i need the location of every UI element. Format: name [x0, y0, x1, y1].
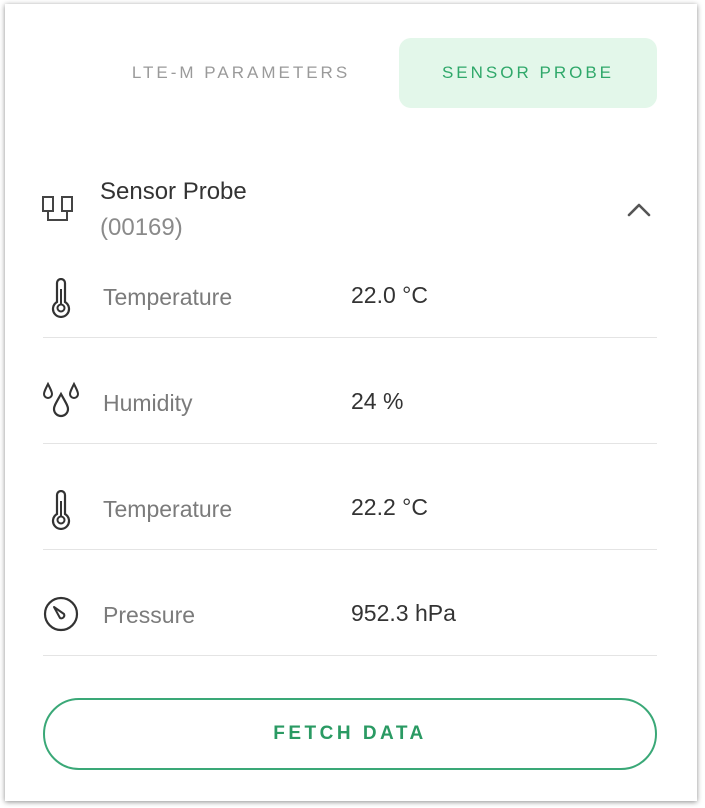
- reading-value: 24 %: [351, 388, 404, 414]
- tab-sensor-probe[interactable]: SENSOR PROBE: [399, 38, 657, 108]
- tab-lte-m-parameters[interactable]: LTE-M PARAMETERS: [91, 38, 391, 108]
- reading-row-humidity: Humidity 24 %: [43, 338, 657, 444]
- reading-row-temperature-2: Temperature 22.2 °C: [43, 444, 657, 550]
- reading-row-pressure: Pressure 952.3 hPa: [43, 550, 657, 656]
- fetch-data-label: FETCH DATA: [273, 723, 427, 744]
- reading-label: Temperature: [103, 496, 233, 522]
- reading-value: 22.2 °C: [351, 494, 428, 520]
- tab-bar: LTE-M PARAMETERS SENSOR PROBE: [5, 4, 697, 124]
- reading-label: Pressure: [103, 602, 196, 628]
- tab-label: LTE-M PARAMETERS: [131, 63, 351, 82]
- reading-row-temperature-1: Temperature 22.0 °C: [43, 232, 657, 338]
- sensor-card: LTE-M PARAMETERS SENSOR PROBE Sensor Pro…: [5, 4, 697, 801]
- thermometer-icon: [51, 278, 71, 318]
- fetch-data-button[interactable]: FETCH DATA: [43, 698, 657, 770]
- humidity-icon: [43, 381, 79, 418]
- device-icon: [42, 196, 73, 221]
- device-title: Sensor Probe: [100, 178, 247, 205]
- reading-label: Temperature: [103, 284, 233, 310]
- chevron-up-icon[interactable]: [623, 194, 655, 226]
- gauge-icon: [43, 596, 79, 632]
- thermometer-icon: [51, 490, 71, 530]
- reading-value: 22.0 °C: [351, 282, 428, 308]
- reading-label: Humidity: [103, 390, 193, 416]
- tab-label: SENSOR PROBE: [441, 63, 615, 82]
- reading-value: 952.3 hPa: [351, 600, 456, 626]
